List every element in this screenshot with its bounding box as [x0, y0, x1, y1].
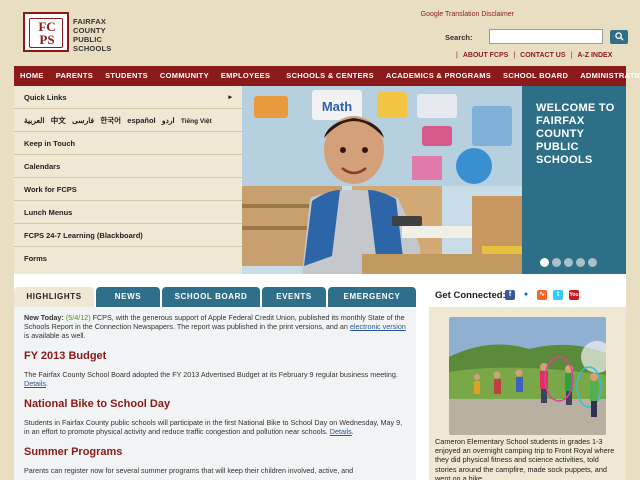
contact-us-link[interactable]: CONTACT US: [520, 52, 565, 59]
logo-letters-line2: PS: [39, 32, 55, 47]
content-tabs: HIGHLIGHTS NEWS SCHOOL BOARD EVENTS EMER…: [14, 287, 416, 307]
menu-work-for-fcps[interactable]: Work for FCPS: [14, 178, 242, 201]
featured-caption: Cameron Elementary School students in gr…: [435, 437, 615, 480]
nav-administration[interactable]: ADMINISTRATION: [574, 66, 640, 86]
featured-photo[interactable]: [449, 317, 606, 435]
lang-vietnamese[interactable]: Tiếng Việt: [181, 118, 212, 125]
search-icon: [614, 32, 624, 41]
slide-dot[interactable]: [552, 258, 561, 267]
news-heading-summer[interactable]: Summer Programs: [24, 446, 406, 458]
nav-school-board[interactable]: SCHOOL BOARD: [497, 66, 574, 86]
news-body-budget: The Fairfax County School Board adopted …: [24, 370, 398, 388]
header: FC PS FAIRFAX COUNTY PUBLIC SCHOOLS Goog…: [14, 0, 628, 66]
tab-highlights[interactable]: HIGHLIGHTS: [14, 287, 94, 307]
welcome-line: FAIRFAX COUNTY: [536, 115, 585, 140]
about-fcps-link[interactable]: ABOUT FCPS: [463, 52, 509, 59]
electronic-version-link[interactable]: electronic version: [350, 322, 406, 331]
hero-photo: Math: [242, 86, 522, 274]
quick-links-label: Quick Links: [24, 93, 67, 102]
left-menu: Quick Links ▸ العربية 中文 فارسی 한국어 españ…: [14, 86, 242, 274]
news-text: The Fairfax County School Board adopted …: [24, 370, 398, 379]
lang-chinese[interactable]: 中文: [51, 116, 66, 125]
featured-story: Cameron Elementary School students in gr…: [429, 307, 626, 480]
main-nav: HOME PARENTS STUDENTS COMMUNITY EMPLOYEE…: [14, 66, 640, 86]
utility-links: | ABOUT FCPS | CONTACT US | A-Z INDEX: [456, 52, 613, 59]
logo-line: FAIRFAX: [73, 17, 107, 26]
new-today-date: (5/4/12): [65, 313, 91, 322]
slide-dot[interactable]: [564, 258, 573, 267]
fcps-logo[interactable]: FC PS FAIRFAX COUNTY PUBLIC SCHOOLS: [23, 12, 118, 54]
new-today-label: New Today:: [24, 313, 64, 322]
lang-urdu[interactable]: اردو: [162, 116, 175, 125]
logo-wordmark: FAIRFAX COUNTY PUBLIC SCHOOLS: [73, 17, 112, 53]
highlights-panel: New Today: (5/4/12) FCPS, with the gener…: [14, 307, 416, 480]
get-connected-label: Get Connected:: [435, 290, 506, 301]
welcome-line: PUBLIC SCHOOLS: [536, 141, 593, 166]
slide-dot[interactable]: [588, 258, 597, 267]
twitter-icon[interactable]: t: [553, 290, 563, 300]
tab-school-board[interactable]: SCHOOL BOARD: [162, 287, 260, 307]
news-body-bike: Students in Fairfax County public school…: [24, 418, 403, 436]
flickr-icon[interactable]: ●: [521, 290, 531, 300]
new-today-paragraph: New Today: (5/4/12) FCPS, with the gener…: [24, 313, 406, 340]
lang-farsi[interactable]: فارسی: [72, 116, 94, 125]
menu-calendars[interactable]: Calendars: [14, 155, 242, 178]
logo-emblem: FC PS: [23, 12, 69, 52]
tab-news[interactable]: NEWS: [96, 287, 160, 307]
search-input[interactable]: [489, 29, 603, 44]
facebook-icon[interactable]: f: [505, 290, 515, 300]
new-today-tail: is available as well.: [24, 331, 86, 340]
camping-photo: [449, 317, 606, 435]
menu-lunch-menus[interactable]: Lunch Menus: [14, 201, 242, 224]
search-button[interactable]: [610, 30, 628, 44]
lang-arabic[interactable]: العربية: [24, 116, 45, 125]
lang-korean[interactable]: 한국어: [100, 116, 121, 125]
nav-community[interactable]: COMMUNITY: [154, 66, 215, 86]
menu-keep-in-touch[interactable]: Keep in Touch: [14, 132, 242, 155]
logo-letters: FC PS: [30, 20, 64, 46]
nav-students[interactable]: STUDENTS: [99, 66, 154, 86]
arrow-right-icon: ▸: [228, 94, 232, 101]
social-icons: f ● ∿ t You: [505, 290, 579, 300]
tab-emergency[interactable]: EMERGENCY: [328, 287, 416, 307]
nav-academics-programs[interactable]: ACADEMICS & PROGRAMS: [380, 66, 497, 86]
search-label: Search:: [445, 33, 473, 42]
news-heading-bike[interactable]: National Bike to School Day: [24, 398, 406, 410]
math-sign-text: Math: [322, 99, 352, 114]
youtube-icon[interactable]: You: [569, 290, 579, 300]
nav-home[interactable]: HOME: [14, 66, 50, 86]
lang-spanish[interactable]: español: [127, 116, 155, 125]
slide-dot[interactable]: [576, 258, 585, 267]
news-body-summer: Parents can register now for several sum…: [24, 466, 406, 475]
nav-schools-centers[interactable]: SCHOOLS & CENTERS: [280, 66, 380, 86]
rss-icon[interactable]: ∿: [537, 290, 547, 300]
details-link[interactable]: Details: [330, 427, 352, 436]
nav-employees[interactable]: EMPLOYEES: [215, 66, 276, 86]
logo-line: PUBLIC: [73, 35, 103, 44]
slide-dot[interactable]: [540, 258, 549, 267]
welcome-line: WELCOME TO: [536, 102, 615, 114]
details-link[interactable]: Details: [24, 379, 46, 388]
language-links: العربية 中文 فارسی 한국어 español اردو Tiếng …: [14, 109, 242, 132]
logo-line: SCHOOLS: [73, 44, 112, 53]
welcome-text: WELCOME TO FAIRFAX COUNTY PUBLIC SCHOOLS: [536, 102, 626, 167]
page: FC PS FAIRFAX COUNTY PUBLIC SCHOOLS Goog…: [14, 0, 640, 480]
nav-parents[interactable]: PARENTS: [50, 66, 99, 86]
hero-slideshow[interactable]: Math WELCOME TO FAIRFAX COUNTY PUBLIC SC…: [242, 86, 626, 274]
a-z-index-link[interactable]: A-Z INDEX: [577, 52, 612, 59]
translation-disclaimer-link[interactable]: Google Translation Disclaimer: [421, 11, 514, 18]
menu-forms[interactable]: Forms: [14, 247, 242, 270]
logo-line: COUNTY: [73, 26, 106, 35]
menu-24-7-learning[interactable]: FCPS 24-7 Learning (Blackboard): [14, 224, 242, 247]
welcome-panel: WELCOME TO FAIRFAX COUNTY PUBLIC SCHOOLS: [522, 86, 626, 274]
news-heading-budget[interactable]: FY 2013 Budget: [24, 350, 406, 362]
slide-dots: [540, 258, 597, 267]
tab-events[interactable]: EVENTS: [262, 287, 326, 307]
news-text: Parents can register now for several sum…: [24, 466, 354, 475]
quick-links-menu[interactable]: Quick Links ▸: [14, 86, 242, 109]
